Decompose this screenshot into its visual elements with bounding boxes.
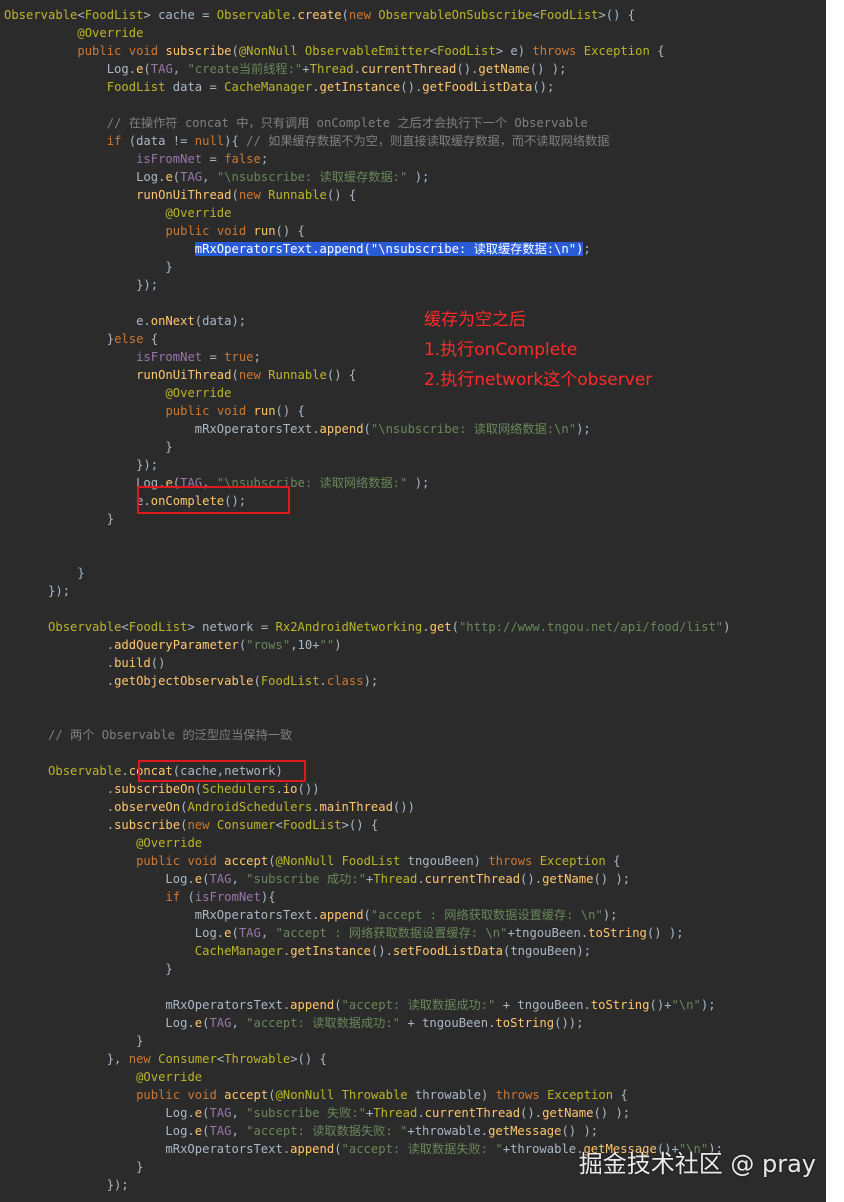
code-line: .build() — [4, 656, 166, 670]
code-line: }else { — [4, 332, 159, 346]
code-line: public void run() { — [165, 224, 305, 238]
code-line: } — [4, 440, 173, 454]
code-line: @Override — [165, 206, 232, 220]
code-line: if (data != null){ // 如果缓存数据不为空，则直接读取缓存数… — [106, 134, 610, 148]
code-line: mRxOperatorsText.append("accept : 网络获取数据… — [4, 908, 618, 922]
code-line: CacheManager.getInstance().setFoodListDa… — [194, 944, 592, 958]
code-line: } — [4, 260, 173, 274]
code-line: public void accept(@NonNull Throwable th… — [136, 1088, 628, 1102]
code-line: } — [4, 1034, 144, 1048]
code-line: isFromNet = true; — [136, 350, 261, 364]
highlight-box-concat — [138, 760, 306, 782]
code-line: .subscribeOn(Schedulers.io()) — [4, 782, 320, 796]
code-line: .addQueryParameter("rows",10+"") — [4, 638, 342, 652]
code-line: Log.e(TAG, "subscribe 成功:"+Thread.curren… — [4, 872, 631, 886]
code-line: Observable.concat(cache,network) — [48, 764, 283, 778]
code-line: }); — [4, 458, 159, 472]
code-line: @Override — [77, 26, 144, 40]
highlight-box-oncomplete — [137, 486, 290, 514]
code-line: .observeOn(AndroidSchedulers.mainThread(… — [4, 800, 415, 814]
code-line: e.onComplete(); — [4, 494, 247, 508]
code-line: Log.e(TAG, "accept: 读取数据失败: "+throwable.… — [4, 1124, 599, 1138]
code-line: }); — [4, 584, 71, 598]
code-line: Log.e(TAG, "accept : 网络获取数据设置缓存: \n"+tng… — [4, 926, 684, 940]
code-line: // 在操作符 concat 中，只有调用 onComplete 之后才会执行下… — [106, 116, 588, 130]
code-line: Log.e(TAG, "\nsubscribe: 读取网络数据:" ); — [4, 476, 430, 490]
code-line: }, new Consumer<Throwable>() { — [4, 1052, 327, 1066]
code-editor: Observable<FoodList> cache = Observable.… — [0, 0, 826, 1202]
code-line: @Override — [136, 1070, 203, 1084]
annotation-note-step-1: 1.执行onComplete — [424, 340, 578, 360]
code-line: // 两个 Observable 的泛型应当保持一致 — [48, 728, 293, 742]
code-line: Observable<FoodList> network = Rx2Androi… — [48, 620, 731, 634]
code-line: e.onNext(data); — [4, 314, 247, 328]
code-line: mRxOperatorsText.append("accept: 读取数据成功:… — [4, 998, 716, 1012]
code-line: }); — [4, 278, 159, 292]
code-line: } — [4, 512, 115, 526]
code-line: public void run() { — [165, 404, 305, 418]
watermark-text: 掘金技术社区 @ pray — [578, 1150, 816, 1178]
code-line: runOnUiThread(new Runnable() { — [136, 188, 357, 202]
code-line: Log.e(TAG, "create当前线程:"+Thread.currentT… — [4, 62, 567, 76]
code-line: Log.e(TAG, "subscribe 失败:"+Thread.curren… — [4, 1106, 631, 1120]
code-line: public void accept(@NonNull FoodList tng… — [136, 854, 621, 868]
code-line: Observable<FoodList> cache = Observable.… — [4, 8, 636, 22]
code-block: Observable<FoodList> cache = Observable.… — [4, 6, 730, 1194]
code-line: mRxOperatorsText.append("\nsubscribe: 读取… — [194, 242, 591, 256]
code-line: } — [4, 962, 173, 976]
code-line: .getObjectObservable(FoodList.class); — [4, 674, 379, 688]
code-line: FoodList data = CacheManager.getInstance… — [106, 80, 555, 94]
code-line: .subscribe(new Consumer<FoodList>() { — [4, 818, 379, 832]
code-line: } — [4, 566, 85, 580]
code-line: Log.e(TAG, "accept: 读取数据成功:" + tngouBeen… — [4, 1016, 584, 1030]
code-line: if (isFromNet){ — [165, 890, 276, 904]
code-line: isFromNet = false; — [136, 152, 269, 166]
code-line: Log.e(TAG, "\nsubscribe: 读取缓存数据:" ); — [4, 170, 430, 184]
annotation-note-title: 缓存为空之后 — [424, 310, 526, 330]
code-line: @Override — [136, 836, 203, 850]
annotation-note-step-2: 2.执行network这个observer — [424, 370, 653, 390]
code-line: mRxOperatorsText.append("\nsubscribe: 读取… — [4, 422, 591, 436]
code-line: public void subscribe(@NonNull Observabl… — [77, 44, 665, 58]
